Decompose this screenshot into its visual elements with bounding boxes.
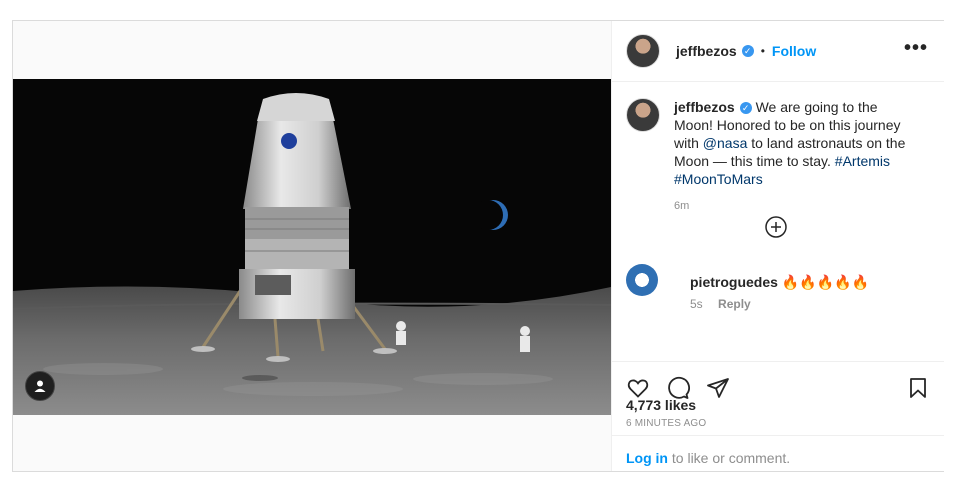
- comment-line: pietroguedes 🔥🔥🔥🔥🔥: [690, 274, 869, 291]
- login-prompt-text: to like or comment.: [668, 450, 791, 466]
- author-avatar[interactable]: [626, 34, 660, 68]
- post-image[interactable]: [13, 79, 611, 415]
- post-header: jeffbezos ✓ • Follow •••: [612, 21, 944, 82]
- comment-username[interactable]: pietroguedes: [690, 274, 778, 290]
- user-tag-icon[interactable]: [25, 371, 55, 401]
- comment-text: 🔥🔥🔥🔥🔥: [781, 274, 869, 290]
- separator-dot: •: [760, 44, 765, 58]
- plus-circle-icon[interactable]: [765, 216, 787, 238]
- post-time-ago: 6 MINUTES AGO: [626, 418, 707, 429]
- verified-badge-icon: ✓: [741, 45, 754, 57]
- login-link[interactable]: Log in: [626, 450, 668, 466]
- mention-link[interactable]: @nasa: [703, 135, 748, 151]
- hashtag-moontomars[interactable]: #MoonToMars: [674, 171, 763, 187]
- post-side-panel: jeffbezos ✓ • Follow ••• jeffbezos ✓ We a…: [611, 21, 944, 471]
- action-bar: [612, 361, 944, 402]
- caption-timestamp: 6m: [674, 200, 690, 212]
- more-options-icon[interactable]: •••: [904, 38, 928, 58]
- likes-count[interactable]: 4,773 likes: [626, 397, 696, 413]
- user-silhouette-icon: [34, 380, 46, 392]
- commenter-avatar[interactable]: [626, 264, 658, 296]
- hashtag-artemis[interactable]: #Artemis: [835, 153, 890, 169]
- verified-badge-icon: ✓: [739, 102, 752, 114]
- comment-timestamp: 5s: [690, 297, 703, 311]
- caption-username[interactable]: jeffbezos: [674, 99, 735, 115]
- post-caption: jeffbezos ✓ We are going to the Moon! Hon…: [612, 82, 944, 254]
- moon-lander-illustration: [13, 79, 611, 415]
- caption-text: jeffbezos ✓ We are going to the Moon! Hon…: [674, 98, 906, 188]
- login-prompt: Log in to like or comment.: [612, 435, 944, 472]
- comment-meta: 5s Reply: [690, 297, 763, 311]
- instagram-post-card: jeffbezos ✓ • Follow ••• jeffbezos ✓ We a…: [12, 20, 944, 472]
- follow-button[interactable]: Follow: [772, 43, 816, 59]
- comment-item: pietroguedes 🔥🔥🔥🔥🔥 5s Reply: [612, 254, 944, 318]
- author-username[interactable]: jeffbezos: [676, 43, 737, 59]
- reply-button[interactable]: Reply: [718, 297, 751, 311]
- paper-plane-icon[interactable]: [706, 376, 730, 400]
- caption-avatar[interactable]: [626, 98, 660, 132]
- media-area: [13, 21, 611, 471]
- bookmark-icon[interactable]: [906, 376, 930, 400]
